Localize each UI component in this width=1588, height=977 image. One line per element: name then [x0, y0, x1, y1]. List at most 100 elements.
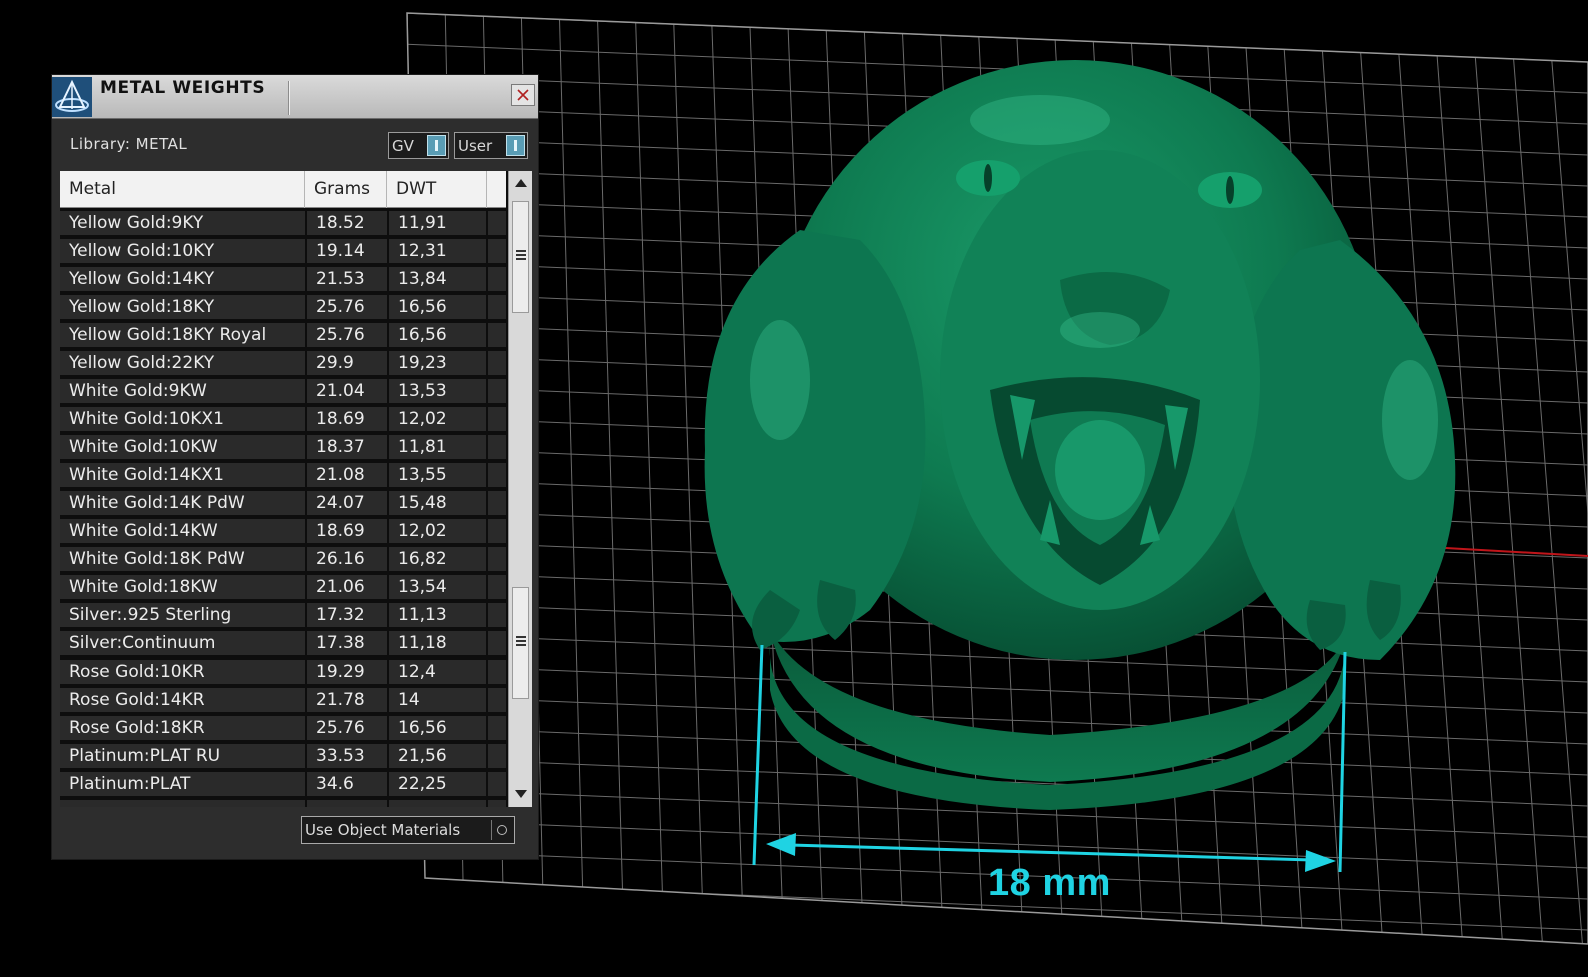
- spacer-cell: [488, 267, 506, 292]
- grams-cell: 34.6: [307, 771, 387, 796]
- table-row[interactable]: Platinum:PLAT RU 33.53 21,56: [60, 742, 506, 770]
- grams-cell: 25.76: [307, 323, 387, 348]
- table-row[interactable]: White Gold:18KW 21.06 13,54: [60, 573, 506, 601]
- library-label: Library: METAL: [70, 135, 188, 153]
- column-header-dwt[interactable]: DWT: [387, 171, 487, 208]
- spacer-cell: [488, 463, 506, 488]
- metal-cell: Silver:.925 Sterling: [60, 603, 305, 628]
- table-row[interactable]: Yellow Gold:9KY 18.52 11,91: [60, 209, 506, 237]
- gv-toggle[interactable]: GV: [388, 132, 449, 159]
- table-row[interactable]: White Gold:18K PdW 26.16 16,82: [60, 545, 506, 573]
- spacer-cell: [488, 239, 506, 264]
- dwt-cell: 12,4: [389, 659, 486, 684]
- grams-cell: 18.69: [307, 519, 387, 544]
- column-header-metal[interactable]: Metal: [60, 171, 305, 208]
- metal-weights-panel: METAL WEIGHTS Library: METAL GV User Met…: [51, 74, 539, 860]
- column-header-grams[interactable]: Grams: [305, 171, 387, 208]
- dwt-cell: 11,91: [389, 211, 486, 235]
- spacer-cell: [488, 687, 506, 712]
- grams-cell: 24.07: [307, 491, 387, 516]
- metal-cell: White Gold:14K PdW: [60, 491, 305, 516]
- panel-title: METAL WEIGHTS: [100, 78, 266, 98]
- spacer-cell: [488, 435, 506, 460]
- table-row[interactable]: Rose Gold:18KR 25.76 16,56: [60, 714, 506, 742]
- dwt-cell: 15,48: [389, 491, 486, 516]
- table-header: Metal Grams DWT: [60, 171, 506, 208]
- scroll-down-arrow-icon[interactable]: [509, 783, 532, 805]
- dwt-cell: 12,02: [389, 407, 486, 432]
- dimension-label: 18 mm: [988, 862, 1111, 904]
- dwt-cell: 16,56: [389, 295, 486, 320]
- grams-cell: 18.37: [307, 435, 387, 460]
- metal-cell: White Gold:10KX1: [60, 407, 305, 432]
- user-toggle-knob: [506, 135, 525, 156]
- metal-cell: White Gold:10KW: [60, 435, 305, 460]
- grams-cell: 19.29: [307, 659, 387, 684]
- spacer-cell: [488, 323, 506, 348]
- metal-cell: Yellow Gold:22KY: [60, 351, 305, 376]
- spacer-cell: [488, 659, 506, 684]
- spacer-cell: [488, 575, 506, 600]
- table-row[interactable]: Silver:Continuum 17.38 11,18: [60, 629, 506, 657]
- dwt-cell: 13,55: [389, 463, 486, 488]
- grid-line-vertical: [558, 13, 586, 944]
- gv-toggle-knob: [427, 135, 446, 156]
- panel-titlebar[interactable]: METAL WEIGHTS: [52, 75, 538, 119]
- table-row[interactable]: Platinum:PLAT 34.6 22,25: [60, 770, 506, 798]
- table-row[interactable]: Rose Gold:10KR 19.29 12,4: [60, 658, 506, 686]
- table-row[interactable]: Yellow Gold:18KY Royal 25.76 16,56: [60, 321, 506, 349]
- app-logo-icon: [52, 77, 92, 117]
- scroll-up-arrow-icon[interactable]: [509, 172, 532, 194]
- use-object-materials-label: Use Object Materials: [305, 821, 461, 839]
- table-row[interactable]: Rose Gold:14KR 21.78 14: [60, 686, 506, 714]
- grams-cell: 21.04: [307, 379, 387, 404]
- spacer-cell: [488, 519, 506, 544]
- table-row[interactable]: Yellow Gold:10KY 19.14 12,31: [60, 237, 506, 265]
- metal-cell: Silver:Continuum: [60, 631, 305, 656]
- table-row[interactable]: Silver:.925 Sterling 17.32 11,13: [60, 601, 506, 629]
- grid-line-vertical: [1508, 13, 1586, 944]
- radio-icon[interactable]: [491, 820, 511, 840]
- spacer-cell: [488, 351, 506, 376]
- metal-cell: Rose Gold:14KR: [60, 687, 305, 712]
- grid-line-horizontal: [407, 818, 1588, 869]
- metal-cell: White Gold:18KW: [60, 575, 305, 600]
- dwt-cell: 19,23: [389, 351, 486, 376]
- dwt-cell: 16,56: [389, 323, 486, 348]
- table-row[interactable]: White Gold:14KX1 21.08 13,55: [60, 461, 506, 489]
- metal-cell: White Gold:14KW: [60, 519, 305, 544]
- grams-cell: 21.53: [307, 267, 387, 292]
- dwt-cell: 21,56: [389, 743, 486, 768]
- spacer-cell: [488, 295, 506, 320]
- table-row[interactable]: Yellow Gold:18KY 25.76 16,56: [60, 293, 506, 321]
- table-row[interactable]: White Gold:14KW 18.69 12,02: [60, 517, 506, 545]
- table-row[interactable]: Yellow Gold:14KY 21.53 13,84: [60, 265, 506, 293]
- grid-line-vertical: [1546, 13, 1588, 944]
- gv-toggle-label: GV: [392, 136, 414, 155]
- table-row[interactable]: Yellow Gold:22KY 29.9 19,23: [60, 349, 506, 377]
- table-row[interactable]: White Gold:14K PdW 24.07 15,48: [60, 489, 506, 517]
- table-body: Yellow Gold:9KY 18.52 11,91 Yellow Gold:10K…: [60, 209, 506, 807]
- dwt-cell: 11,13: [389, 603, 486, 628]
- metal-cell: Yellow Gold:9KY: [60, 211, 305, 235]
- table-row[interactable]: White Gold:10KW 18.37 11,81: [60, 433, 506, 461]
- dwt-cell: 14: [389, 687, 486, 712]
- spacer-cell: [488, 547, 506, 572]
- table-row-partial[interactable]: [60, 798, 506, 807]
- dwt-cell: 13,53: [389, 379, 486, 404]
- user-toggle[interactable]: User: [454, 132, 528, 159]
- spacer-cell: [488, 603, 506, 628]
- dwt-cell: 16,56: [389, 715, 486, 740]
- dwt-cell: 11,81: [389, 435, 486, 460]
- use-object-materials-toggle[interactable]: Use Object Materials: [301, 816, 515, 844]
- close-button[interactable]: [511, 84, 535, 106]
- table-row[interactable]: White Gold:9KW 21.04 13,53: [60, 377, 506, 405]
- scrollbar-thumb-upper[interactable]: [512, 201, 529, 313]
- table-row[interactable]: White Gold:10KX1 18.69 12,02: [60, 405, 506, 433]
- grams-cell: 33.53: [307, 743, 387, 768]
- grams-cell: 18.52: [307, 211, 387, 235]
- close-icon: [517, 89, 529, 101]
- metal-cell: Yellow Gold:18KY: [60, 295, 305, 320]
- vertical-scrollbar[interactable]: [508, 171, 532, 807]
- scrollbar-thumb-lower[interactable]: [512, 587, 529, 699]
